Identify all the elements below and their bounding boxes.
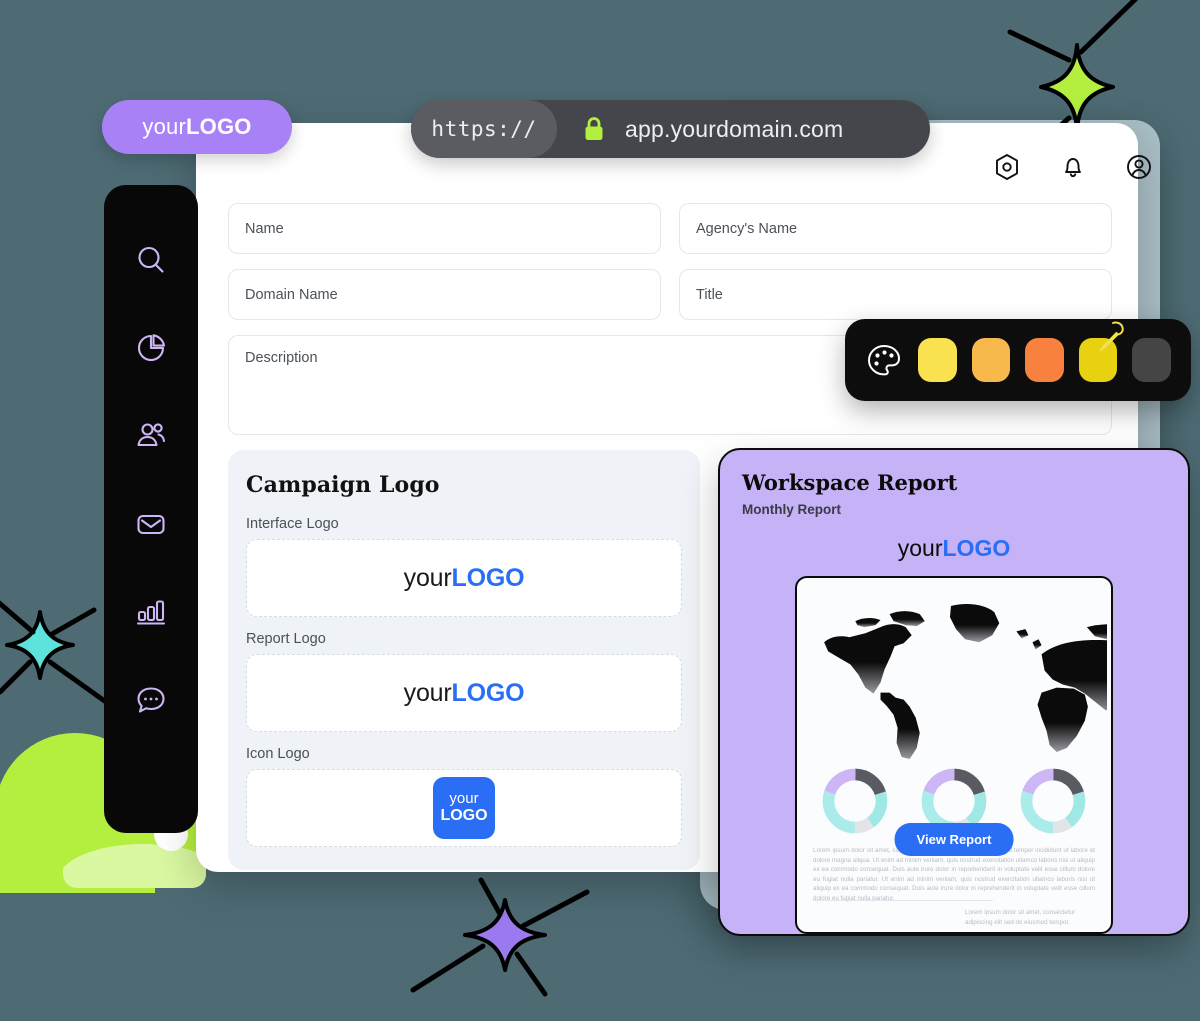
name-field[interactable]: Name [228,203,661,254]
bell-icon[interactable] [1054,148,1092,186]
url-host-text: app.yourdomain.com [625,115,844,142]
wordmark-logo: yourLOGO [404,679,525,708]
header-icon-group [988,148,1158,186]
report-logo-label: Report Logo [246,631,326,647]
color-picker-toolbar [845,319,1191,401]
color-swatch-gold[interactable] [1078,321,1125,382]
campaign-logo-card: Campaign Logo Interface Logo yourLOGO Re… [228,450,700,870]
logo-suffix: LOGO [186,114,252,139]
interface-logo-label: Interface Logo [246,516,339,532]
sidebar-item-mail[interactable] [128,501,174,547]
logo-suffix: LOGO [942,535,1011,561]
interface-logo-dropzone[interactable]: yourLOGO [246,539,682,617]
palette-icon[interactable] [865,342,903,378]
sheet-divider [813,900,993,901]
sparkle-cyan-icon [0,600,109,705]
sidebar-item-search[interactable] [128,237,174,283]
sidebar-item-contacts[interactable] [128,413,174,459]
square-icon-logo: your LOGO [433,777,495,839]
workspace-report-title: Workspace Report [742,470,958,495]
logo-suffix: LOGO [451,563,525,592]
canvas: Name Agency's Name Domain Name Title Des… [0,0,1200,1021]
sidebar-item-reports[interactable] [128,589,174,635]
domain-name-field[interactable]: Domain Name [228,269,661,320]
logo-suffix: LOGO [451,678,525,707]
donut-chart-1 [822,768,887,834]
report-wordmark-logo: yourLOGO [742,535,1166,562]
lock-icon [581,115,607,143]
logo-prefix: your [897,535,943,561]
form-row: Name Agency's Name [228,203,1112,254]
color-swatch-gray[interactable] [1132,338,1171,382]
agency-name-field[interactable]: Agency's Name [679,203,1112,254]
world-map-icon [824,604,1107,760]
sidebar-item-messages[interactable] [128,677,174,723]
wordmark-logo: yourLOGO [404,564,525,593]
logo-prefix: your [142,114,187,139]
logo-suffix: LOGO [440,807,488,825]
form-row: Domain Name Title [228,269,1112,320]
view-report-button[interactable]: View Report [894,823,1014,856]
color-swatch-orange[interactable] [1025,338,1064,382]
blob-wave [63,844,206,888]
donut-chart-3 [1020,768,1086,834]
report-logo-dropzone[interactable]: yourLOGO [246,654,682,732]
sidebar-item-analytics[interactable] [128,325,174,371]
icon-logo-label: Icon Logo [246,746,310,762]
report-preview-sheet: View Report Lorem ipsum dolor sit amet, … [795,576,1113,934]
campaign-logo-title: Campaign Logo [246,472,440,498]
gear-hexagon-icon[interactable] [988,148,1026,186]
url-bar[interactable]: https:// app.yourdomain.com [411,100,930,158]
sidebar-nav [104,185,198,833]
logo-prefix: your [403,678,452,707]
url-scheme-pill: https:// [411,100,557,158]
color-swatch-amber[interactable] [971,338,1011,382]
logo-prefix: your [403,563,452,592]
title-field[interactable]: Title [679,269,1112,320]
eyedropper-icon [1099,321,1125,352]
logo-prefix: your [449,789,479,807]
workspace-report-panel: Workspace Report Monthly Report yourLOGO [718,448,1190,936]
sparkle-purple-icon [410,877,590,997]
user-avatar-icon[interactable] [1120,148,1158,186]
brand-logo-badge[interactable]: your LOGO [102,100,292,154]
workspace-report-subtitle: Monthly Report [742,502,841,517]
color-swatch-yellow[interactable] [918,338,957,382]
report-secondary-text: Lorem ipsum dolor sit amet, consectetur … [965,909,1076,926]
icon-logo-dropzone[interactable]: your LOGO [246,769,682,847]
